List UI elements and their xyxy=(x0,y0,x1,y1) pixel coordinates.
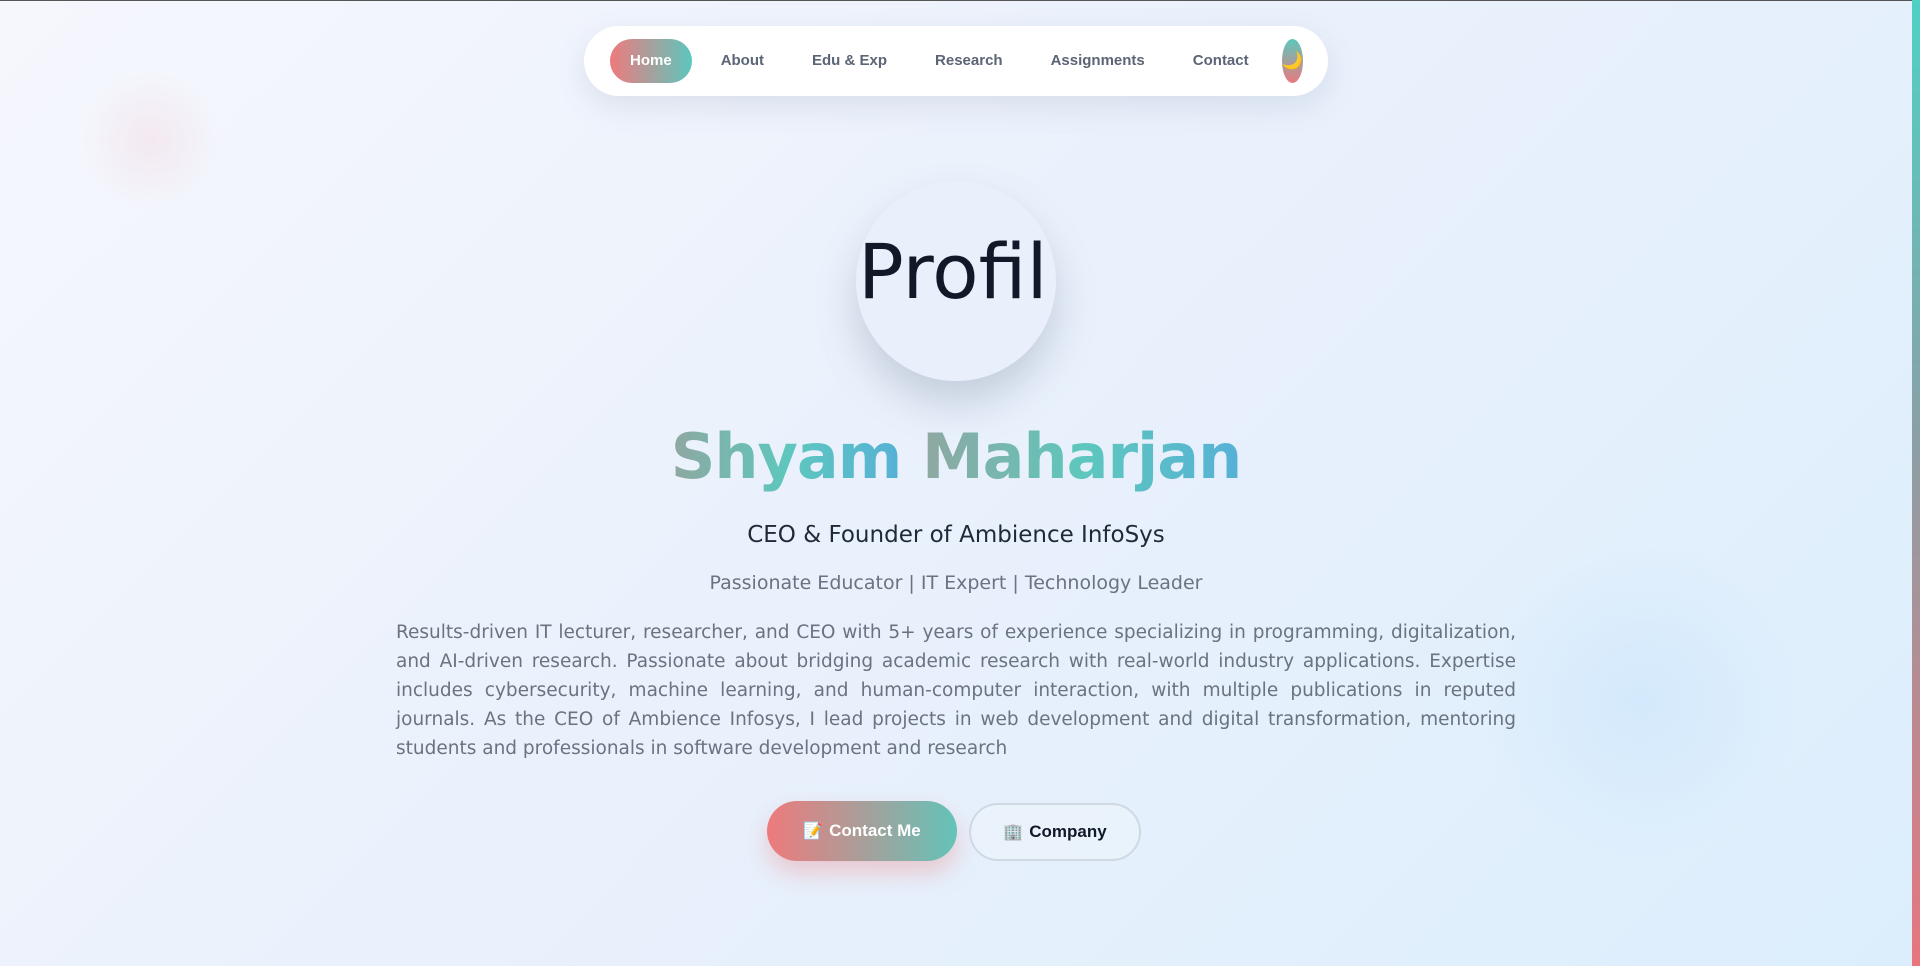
moon-icon: 🌙 xyxy=(1281,51,1303,70)
contact-me-label: Contact Me xyxy=(829,821,921,840)
nav-item-about[interactable]: About xyxy=(702,39,783,83)
decorative-blob xyxy=(80,70,220,210)
nav-item-contact[interactable]: Contact xyxy=(1174,39,1268,83)
memo-icon: 📝 xyxy=(803,823,824,840)
hero-tagline: Passionate Educator | IT Expert | Techno… xyxy=(709,572,1203,594)
company-button[interactable]: 🏢 Company xyxy=(969,803,1141,861)
last-name: Maharjan xyxy=(921,420,1242,493)
hero-role: CEO & Founder of Ambience InfoSys xyxy=(747,522,1165,548)
top-border xyxy=(0,0,1920,1)
scroll-progress-bar[interactable] xyxy=(1912,0,1920,966)
main-navigation: Home About Edu & Exp Research Assignment… xyxy=(584,26,1328,96)
nav-item-assignments[interactable]: Assignments xyxy=(1032,39,1164,83)
hero-name: Shyam Maharjan xyxy=(0,420,1912,493)
nav-item-edu-exp[interactable]: Edu & Exp xyxy=(793,39,906,83)
contact-me-button[interactable]: 📝 Contact Me xyxy=(767,801,957,861)
first-name: Shyam xyxy=(670,420,903,493)
profile-image: Profil xyxy=(856,181,1056,381)
nav-item-home[interactable]: Home xyxy=(610,39,692,83)
office-building-icon: 🏢 xyxy=(1003,824,1024,841)
hero-bio: Results-driven IT lecturer, researcher, … xyxy=(396,622,1516,759)
company-label: Company xyxy=(1029,822,1107,841)
nav-item-research[interactable]: Research xyxy=(916,39,1022,83)
theme-toggle-button[interactable]: 🌙 xyxy=(1281,39,1303,83)
profile-image-alt-text: Profil xyxy=(858,226,1048,316)
